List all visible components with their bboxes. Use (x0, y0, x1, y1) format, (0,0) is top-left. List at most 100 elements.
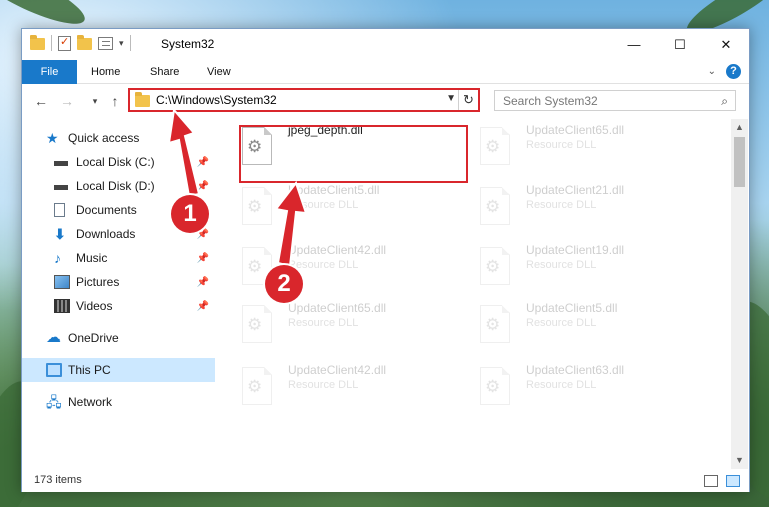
gear-icon: ⚙ (485, 257, 501, 276)
expand-ribbon-icon[interactable]: ⌄ (708, 66, 716, 77)
item-count: 173 items (34, 474, 82, 486)
gear-icon: ⚙ (247, 377, 263, 396)
up-button[interactable]: ↑ (104, 90, 126, 112)
file-type: Resource DLL (288, 199, 359, 211)
refresh-icon[interactable]: ↻ (458, 90, 478, 110)
file-item[interactable]: ⚙ UpdateClient21.dll Resource DLL (462, 179, 692, 233)
chevron-down-icon[interactable]: ▾ (119, 38, 124, 49)
minimize-button[interactable]: — (611, 29, 657, 60)
sidebar-item-label: Music (76, 251, 108, 265)
file-item[interactable]: ⚙ UpdateClient42.dll Resource DLL (224, 359, 454, 413)
file-type: Resource DLL (288, 379, 359, 391)
disk-icon (54, 179, 70, 193)
address-bar[interactable]: C:\Windows\System32 ▼ ↻ (128, 88, 480, 112)
file-item[interactable]: ⚙ UpdateClient5.dll Resource DLL (224, 179, 454, 233)
file-item[interactable]: ⚙ UpdateClient19.dll Resource DLL (462, 239, 692, 293)
dll-file-icon: ⚙ (480, 247, 510, 285)
file-item[interactable]: ⚙ UpdateClient42.dll Resource DLL (224, 239, 454, 293)
recent-locations-button[interactable]: ▾ (84, 90, 106, 112)
properties-icon[interactable] (58, 35, 71, 51)
file-highlight-box (239, 125, 468, 183)
cloud-icon: ☁ (46, 329, 61, 346)
file-item[interactable]: ⚙ UpdateClient65.dll Resource DLL (462, 119, 692, 173)
back-button[interactable]: ← (30, 90, 52, 112)
forward-button[interactable]: → (56, 90, 78, 112)
sidebar-item-music[interactable]: ♪ Music 📌 (22, 246, 215, 270)
navigation-pane: ★ Quick access Local Disk (C:) 📌 Local D… (22, 119, 215, 460)
sidebar-item-this-pc[interactable]: This PC (22, 358, 215, 382)
file-type: Resource DLL (526, 139, 597, 151)
quick-access-toolbar: ▾ (30, 35, 131, 51)
sidebar-item-label: Network (68, 395, 113, 409)
sidebar-item-pictures[interactable]: Pictures 📌 (22, 270, 215, 294)
sidebar-item-label: Local Disk (C:) (76, 155, 155, 169)
file-name: UpdateClient42.dll (288, 363, 387, 377)
dll-file-icon: ⚙ (480, 305, 510, 343)
maximize-button[interactable]: ☐ (657, 29, 703, 60)
disk-icon (54, 155, 70, 169)
close-button[interactable]: ✕ (703, 29, 749, 60)
pin-icon[interactable]: 📌 (197, 253, 209, 264)
sidebar-item-label: Downloads (76, 227, 136, 241)
file-item[interactable]: ⚙ UpdateClient63.dll Resource DLL (462, 359, 692, 413)
file-name: UpdateClient42.dll (288, 243, 387, 257)
separator (129, 35, 131, 51)
pin-icon[interactable]: 📌 (197, 301, 209, 312)
network-icon: 🖧 (46, 394, 62, 410)
status-bar: 173 items (22, 470, 749, 492)
pin-icon[interactable]: 📌 (197, 181, 209, 192)
separator (51, 35, 52, 51)
search-placeholder: Search System32 (503, 94, 598, 108)
chevron-down-icon[interactable]: ▼ (446, 93, 456, 104)
file-name: UpdateClient5.dll (526, 301, 618, 315)
folder-icon (135, 92, 150, 107)
window-title: System32 (161, 37, 215, 51)
ribbon-tabs: File Home Share View ⌄ ? (22, 60, 749, 84)
view-options-icon[interactable] (98, 36, 113, 50)
address-path[interactable]: C:\Windows\System32 (156, 93, 277, 107)
sidebar-item-label: OneDrive (68, 331, 119, 345)
dll-file-icon: ⚙ (242, 367, 272, 405)
sidebar-item-label: Local Disk (D:) (76, 179, 155, 193)
vertical-scrollbar[interactable]: ▲ ▼ (731, 119, 748, 469)
tiles-view-icon[interactable] (726, 475, 740, 487)
documents-icon (54, 203, 65, 217)
file-name: UpdateClient63.dll (526, 363, 625, 377)
dll-file-icon: ⚙ (242, 305, 272, 343)
sidebar-item-videos[interactable]: Videos 📌 (22, 294, 215, 318)
sidebar-item-local-disk-c[interactable]: Local Disk (C:) 📌 (22, 150, 215, 174)
file-type: Resource DLL (288, 259, 359, 271)
address-row: ← → ▾ ↑ C:\Windows\System32 ▼ ↻ Search S… (22, 86, 749, 116)
dll-file-icon: ⚙ (242, 187, 272, 225)
help-icon[interactable]: ? (726, 64, 741, 79)
search-input[interactable]: Search System32 ⌕ (494, 90, 736, 111)
details-view-icon[interactable] (704, 475, 718, 487)
gear-icon: ⚙ (485, 197, 501, 216)
pin-icon[interactable]: 📌 (197, 277, 209, 288)
sidebar-item-label: Videos (76, 299, 113, 313)
tab-view[interactable]: View (195, 60, 243, 84)
file-item[interactable]: ⚙ UpdateClient65.dll Resource DLL (224, 297, 454, 351)
step-2-badge: 2 (265, 265, 303, 303)
tab-file[interactable]: File (22, 60, 77, 84)
star-icon: ★ (46, 130, 59, 146)
tab-home[interactable]: Home (79, 60, 132, 84)
sidebar-item-onedrive[interactable]: ☁ OneDrive (22, 326, 215, 350)
new-folder-icon[interactable] (77, 35, 92, 50)
tab-share[interactable]: Share (138, 60, 191, 84)
search-icon[interactable]: ⌕ (721, 94, 728, 109)
gear-icon: ⚙ (247, 197, 263, 216)
dll-file-icon: ⚙ (480, 187, 510, 225)
pin-icon[interactable]: 📌 (197, 157, 209, 168)
step-1-badge: 1 (171, 195, 209, 233)
sidebar-item-quick-access[interactable]: ★ Quick access (22, 126, 215, 150)
file-type: Resource DLL (526, 379, 597, 391)
sidebar-item-network[interactable]: 🖧 Network (22, 390, 215, 414)
pictures-icon (54, 275, 70, 289)
file-item[interactable]: ⚙ UpdateClient5.dll Resource DLL (462, 297, 692, 351)
scroll-down-icon[interactable]: ▼ (731, 452, 748, 469)
scrollbar-thumb[interactable] (734, 137, 745, 187)
file-type: Resource DLL (526, 199, 597, 211)
scroll-up-icon[interactable]: ▲ (731, 119, 748, 136)
sidebar-item-label: Pictures (76, 275, 120, 289)
